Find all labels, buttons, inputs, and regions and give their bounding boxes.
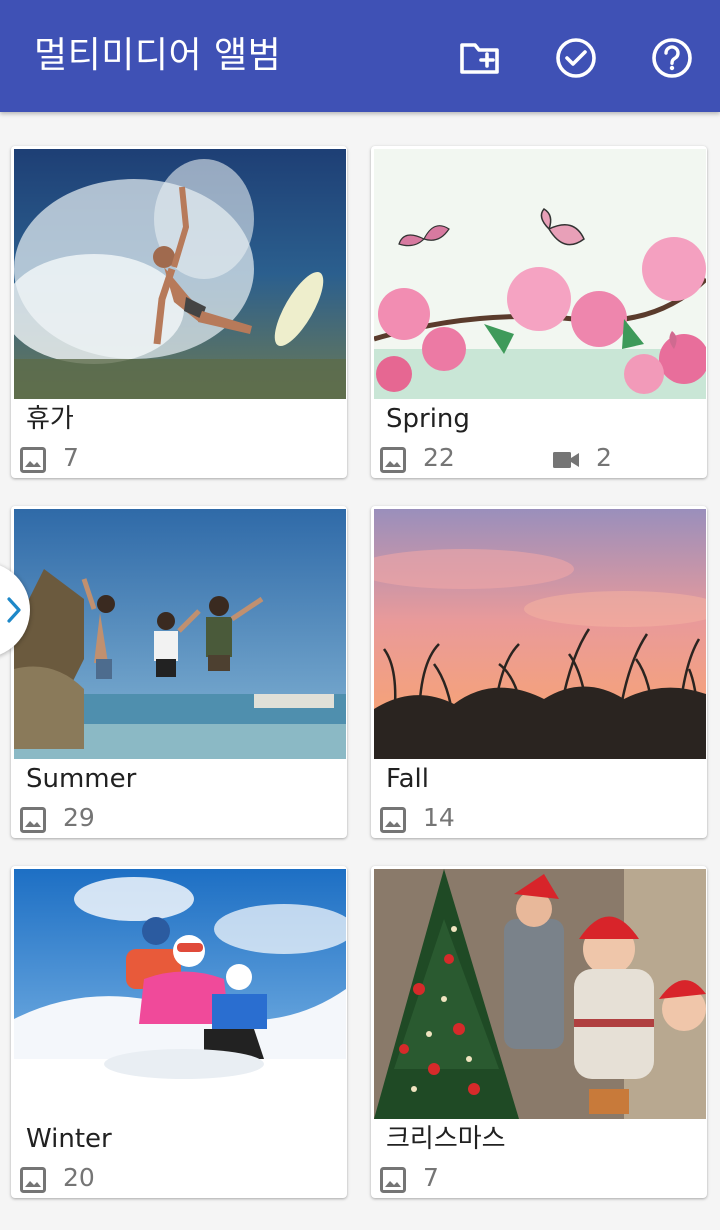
- image-icon: [380, 1167, 406, 1193]
- help-button[interactable]: [650, 36, 694, 80]
- album-thumbnail: [14, 869, 346, 1119]
- help-icon: [652, 38, 692, 78]
- image-icon: [20, 447, 46, 473]
- album-name: Fall: [386, 764, 429, 794]
- chevron-right-icon: [7, 597, 21, 623]
- album-card-summer[interactable]: Summer 29: [11, 506, 347, 838]
- album-name: Spring: [386, 404, 470, 434]
- album-card-vacation[interactable]: 휴가 7: [11, 146, 347, 478]
- album-thumbnail: [14, 509, 346, 759]
- app-bar: 멀티미디어 앨범: [0, 0, 720, 112]
- album-card-winter[interactable]: Winter 20: [11, 866, 347, 1198]
- select-button[interactable]: [554, 36, 598, 80]
- image-icon: [380, 447, 406, 473]
- image-icon: [20, 1167, 46, 1193]
- album-name: Winter: [26, 1124, 112, 1154]
- album-thumbnail: [374, 869, 706, 1119]
- page-title: 멀티미디어 앨범: [34, 35, 282, 76]
- album-card-spring[interactable]: Spring 22 2: [371, 146, 707, 478]
- image-icon: [380, 807, 406, 833]
- album-name: 크리스마스: [386, 1124, 506, 1154]
- album-name: 휴가: [26, 404, 74, 434]
- add-folder-button[interactable]: [458, 36, 502, 80]
- album-thumbnail: [374, 509, 706, 759]
- album-thumbnail: [374, 149, 706, 399]
- album-card-fall[interactable]: Fall 14: [371, 506, 707, 838]
- videocam-icon: [553, 452, 579, 468]
- image-icon: [20, 807, 46, 833]
- add-folder-icon: [460, 43, 499, 74]
- album-name: Summer: [26, 764, 137, 794]
- album-thumbnail: [14, 149, 346, 399]
- check-circle-icon: [556, 38, 596, 78]
- album-grid: 휴가 7 Spring 22 2 Summer 29 Fall 14 Winte…: [0, 112, 720, 1230]
- album-card-christmas[interactable]: 크리스마스 7: [371, 866, 707, 1198]
